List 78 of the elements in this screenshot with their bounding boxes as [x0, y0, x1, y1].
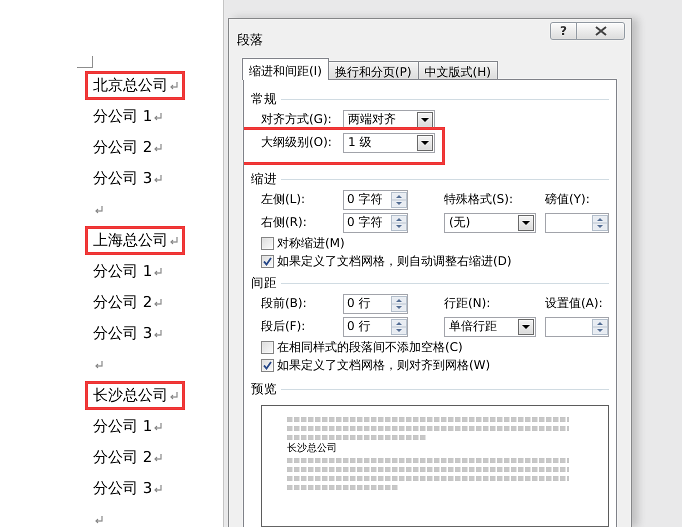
paragraph-mark-icon [153, 298, 162, 306]
spin-field[interactable]: 0 字符 [343, 190, 408, 210]
paragraph-text: 分公司 3 [93, 169, 152, 188]
section-title: 预览 [251, 380, 277, 398]
paragraph-mark-icon [94, 516, 103, 524]
dropdown[interactable]: 两端对齐 [343, 110, 435, 130]
paragraph-mark-icon [153, 144, 162, 152]
field-label: 设置值(A): [545, 295, 604, 312]
crop-mark-icon [77, 56, 93, 68]
tab[interactable]: 缩进和间距(I) [242, 58, 329, 80]
paragraph-mark-icon [169, 392, 178, 400]
paragraph-text: 分公司 2 [93, 448, 152, 467]
close-button[interactable] [577, 22, 625, 40]
paragraph-mark-icon [153, 484, 162, 492]
checkbox[interactable] [261, 236, 274, 250]
spin-arrows-icon[interactable] [592, 214, 608, 230]
checkbox-label: 在相同样式的段落间不添加空格(C) [277, 338, 463, 356]
spin-field[interactable]: 0 行 [343, 294, 408, 314]
paragraph-mark-icon [94, 206, 103, 214]
paragraph-text: 分公司 2 [93, 138, 152, 157]
spin-arrows-icon[interactable] [391, 192, 407, 208]
paragraph-text: 北京总公司 [93, 76, 168, 95]
field-label: 特殊格式(S): [444, 191, 514, 208]
field-label: 左侧(L): [261, 191, 306, 208]
paragraph-text: 分公司 3 [93, 324, 152, 343]
caret-icon [522, 220, 530, 224]
checkbox-label: 如果定义了文档网格，则自动调整右缩进(D) [277, 252, 512, 270]
close-icon [594, 26, 606, 36]
field-label: 磅值(Y): [545, 191, 591, 208]
spin-field[interactable] [545, 316, 609, 336]
spin-arrows-icon[interactable] [391, 214, 407, 230]
field-label: 对齐方式(G): [261, 111, 333, 128]
field-label: 段前(B): [261, 295, 308, 312]
checkbox[interactable] [261, 340, 274, 354]
spin-arrows-icon[interactable] [592, 318, 608, 334]
tab[interactable]: 换行和分页(P) [328, 61, 419, 79]
section-title: 缩进 [251, 170, 277, 188]
paragraph-text: 分公司 1 [93, 107, 152, 126]
field-label: 右侧(R): [261, 214, 308, 231]
field-label: 大纲级别(O): [261, 134, 333, 151]
spin-arrows-icon[interactable] [391, 318, 407, 334]
checkbox[interactable] [261, 254, 274, 268]
paragraph-mark-icon [153, 454, 162, 462]
paragraph-text: 分公司 2 [93, 293, 152, 312]
field-label: 段后(F): [261, 318, 306, 335]
paragraph-mark-icon [153, 422, 162, 430]
paragraph-mark-icon [153, 112, 162, 120]
paragraph-text: 分公司 1 [93, 417, 152, 436]
dropdown[interactable]: (无) [444, 212, 536, 232]
dropdown[interactable]: 1 级 [343, 132, 435, 152]
dropdown[interactable]: 单倍行距 [444, 316, 536, 336]
checkbox[interactable] [261, 358, 274, 372]
help-button[interactable]: ? [550, 22, 577, 40]
paragraph-text: 分公司 1 [93, 262, 152, 281]
paragraph-text: 长沙总公司 [93, 386, 168, 405]
tab[interactable]: 中文版式(H) [418, 61, 498, 79]
section-title: 间距 [251, 274, 277, 292]
paragraph-text: 上海总公司 [93, 231, 168, 250]
spin-field[interactable]: 0 行 [343, 316, 408, 336]
paragraph-mark-icon [153, 174, 162, 182]
checkbox-label: 对称缩进(M) [277, 234, 345, 252]
caret-icon [421, 140, 429, 144]
checkbox-label: 如果定义了文档网格，则对齐到网格(W) [277, 356, 490, 374]
paragraph-mark-icon [94, 360, 103, 368]
caret-icon [522, 324, 530, 328]
paragraph-mark-icon [169, 82, 178, 90]
paragraph-mark-icon [153, 330, 162, 338]
dialog-title: 段落 [237, 32, 264, 49]
paragraph-mark-icon [153, 268, 162, 276]
spin-field[interactable] [545, 212, 609, 232]
spin-arrows-icon[interactable] [391, 296, 407, 312]
section-title: 常规 [251, 90, 277, 108]
paragraph-mark-icon [169, 236, 178, 244]
spin-field[interactable]: 0 字符 [343, 212, 408, 232]
caret-icon [421, 118, 429, 122]
paragraph-text: 分公司 3 [93, 479, 152, 498]
preview-text: 长沙总公司 [287, 443, 338, 455]
field-label: 行距(N): [444, 295, 492, 312]
